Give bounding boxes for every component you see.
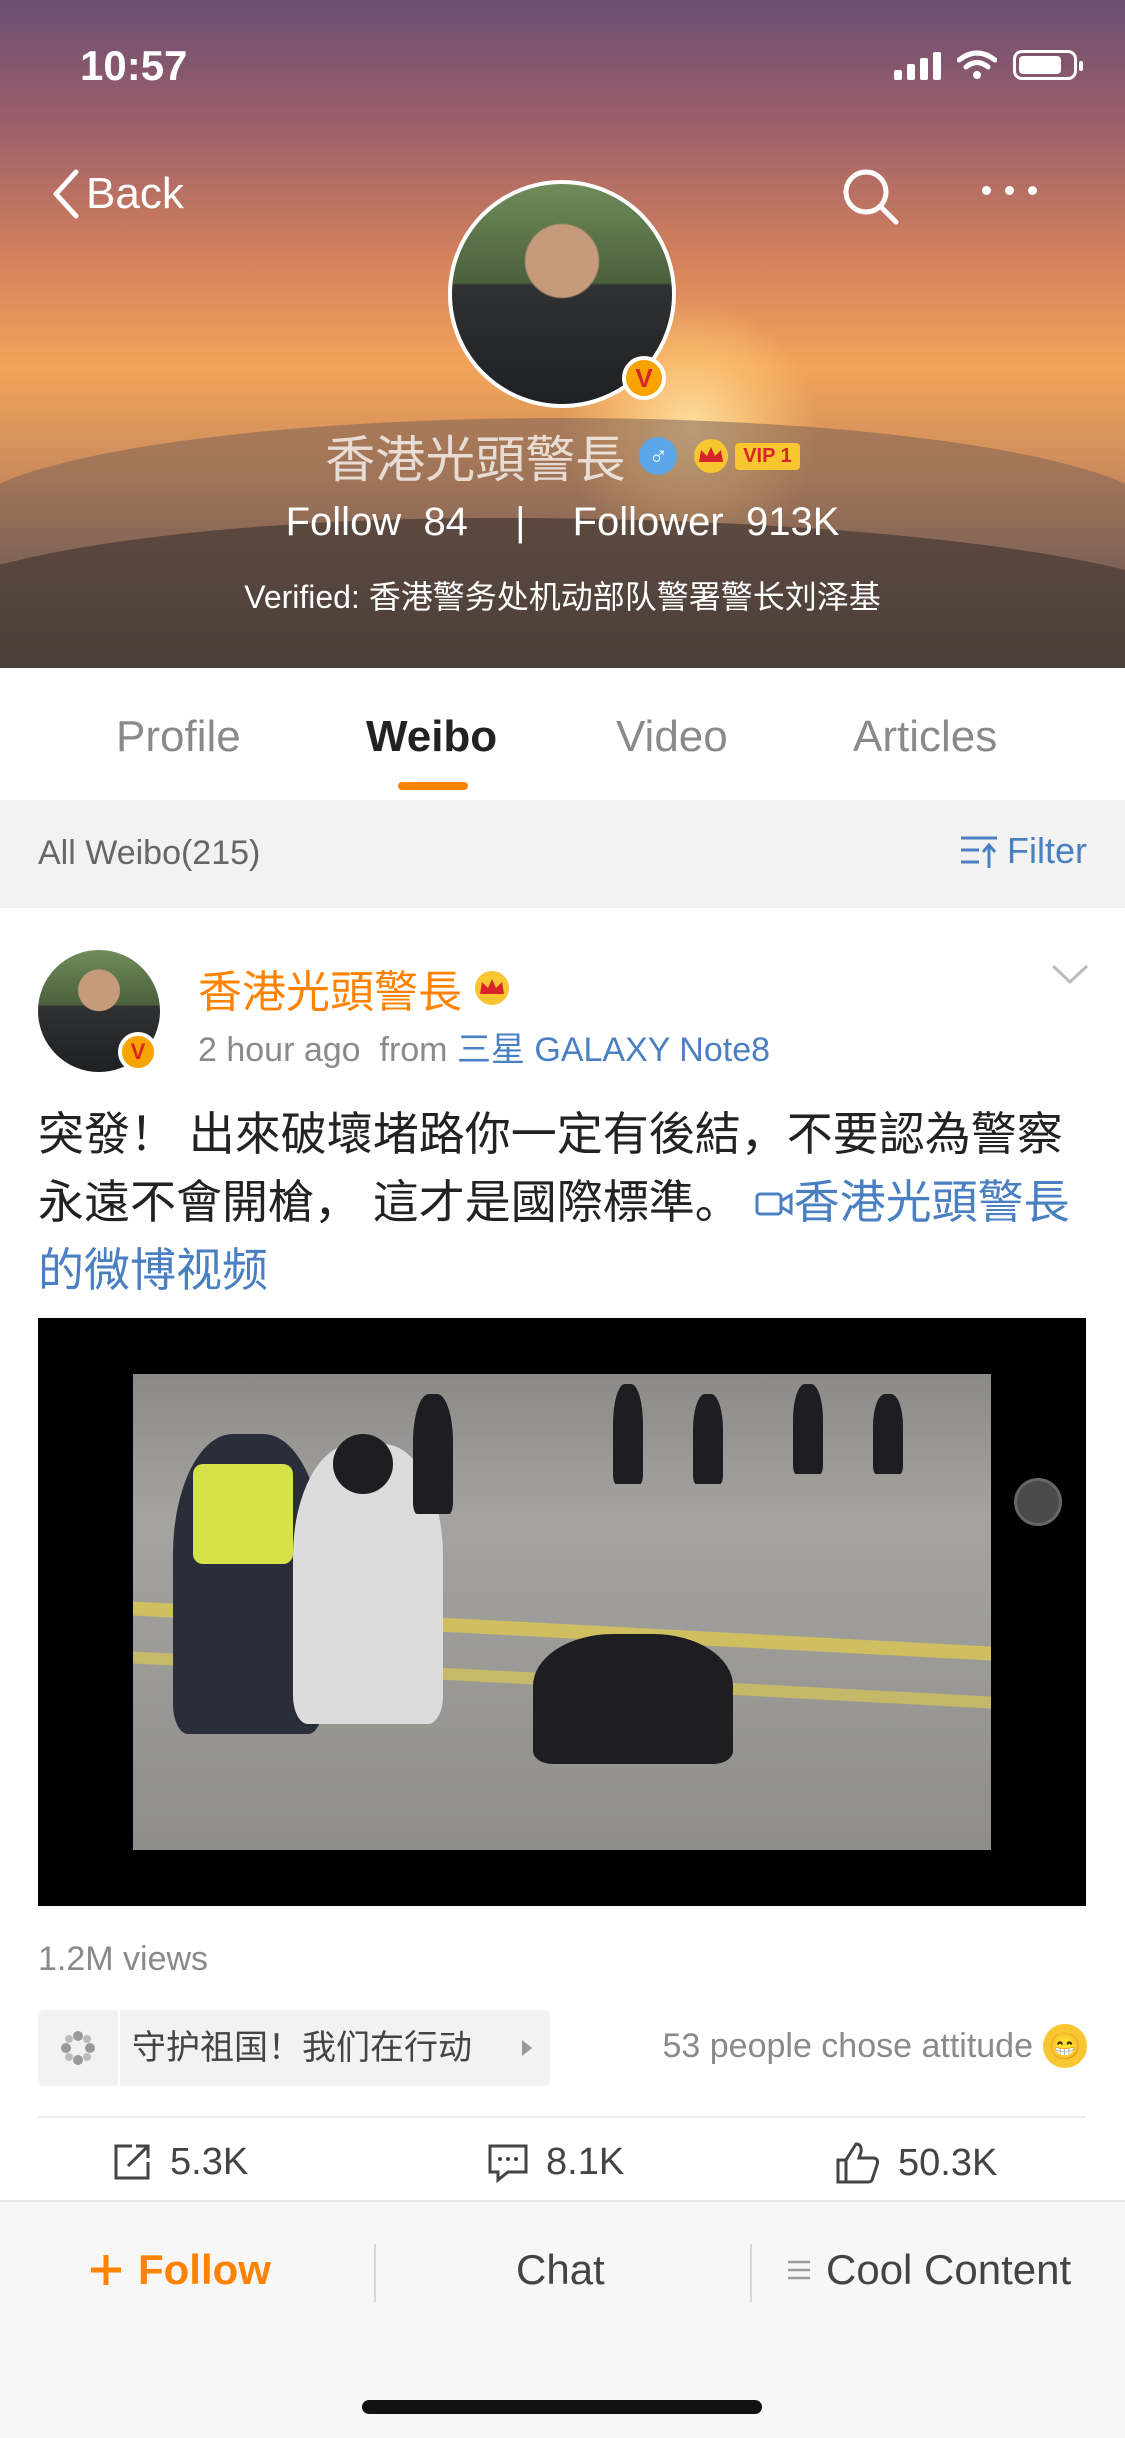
post-from-label: from [379, 1031, 448, 1069]
search-icon[interactable] [840, 166, 902, 228]
battery-icon [1013, 50, 1083, 80]
filter-label: Filter [1007, 830, 1087, 871]
video-control-dot[interactable] [1014, 1478, 1062, 1526]
chevron-right-icon [522, 2040, 532, 2056]
bottom-separator [750, 2244, 752, 2302]
follow-button[interactable]: Follow [88, 2246, 271, 2294]
topic-icon [38, 2010, 118, 2086]
filter-icon [961, 836, 997, 868]
post-body: 突發！ 出來破壞堵路你一定有後結，不要認為警察永遠不會開槍， 這才是國際標準。 … [38, 1100, 1088, 1304]
chat-button[interactable]: Chat [516, 2246, 605, 2294]
back-button[interactable]: Back [50, 168, 184, 220]
crown-icon [475, 971, 509, 1005]
post-actions: 5.3K 8.1K 50.3K [0, 2140, 1125, 2200]
topic-label: 守护祖国！我们在行动 [118, 2010, 522, 2086]
follow-stat[interactable]: Follow 84 [286, 500, 468, 544]
follow-stats: Follow 84 | Follower 913K [0, 500, 1125, 545]
post-time: 2 hour ago [198, 1031, 361, 1069]
profile-header: 10:57 Back V 香港光頭警長 ♂ VIP 1 Follow 84 | … [0, 0, 1125, 668]
menu-icon [788, 2260, 810, 2280]
profile-name-row: 香港光頭警長 ♂ VIP 1 [0, 420, 1125, 492]
attitude-summary[interactable]: 53 people chose attitude 😁 [662, 2024, 1087, 2068]
vip-level: VIP 1 [735, 442, 800, 470]
back-label: Back [86, 169, 184, 218]
male-icon: ♂ [639, 437, 678, 475]
like-icon [836, 2142, 880, 2184]
tab-weibo[interactable]: Weibo [366, 712, 497, 762]
comment-icon [488, 2144, 528, 2184]
post-author[interactable]: 香港光頭警長 [198, 956, 512, 1020]
video-player[interactable] [38, 1318, 1086, 1906]
video-frame [133, 1374, 991, 1850]
post-author-name: 香港光頭警長 [198, 968, 462, 1017]
view-count: 1.2M views [38, 1940, 209, 1978]
post-source[interactable]: 三星 GALAXY Note8 [457, 1031, 770, 1069]
cool-content-label: Cool Content [826, 2246, 1072, 2293]
tab-video[interactable]: Video [616, 712, 728, 762]
verified-v-icon: V [622, 356, 666, 400]
like-button[interactable]: 50.3K [834, 2140, 997, 2186]
filter-bar: All Weibo(215) Filter [0, 800, 1125, 908]
repost-button[interactable]: 5.3K [110, 2140, 248, 2184]
comment-count: 8.1K [546, 2140, 625, 2183]
tab-profile[interactable]: Profile [116, 712, 241, 762]
video-link-icon [755, 1192, 793, 1216]
post-divider [38, 2116, 1086, 2118]
chevron-down-icon[interactable] [1050, 962, 1090, 986]
follower-stat[interactable]: Follower 913K [573, 500, 840, 544]
more-icon[interactable] [982, 186, 1037, 195]
repost-count: 5.3K [170, 2140, 249, 2183]
grin-emoji-icon: 😁 [1043, 2024, 1087, 2068]
topic-tag[interactable]: 守护祖国！我们在行动 [38, 2010, 550, 2086]
follow-label: Follow [138, 2246, 271, 2293]
vip-badge[interactable]: VIP 1 [691, 438, 800, 474]
post-avatar[interactable]: V [38, 950, 160, 1072]
bottom-separator [374, 2244, 376, 2302]
verified-v-icon: V [118, 1032, 158, 1072]
all-weibo-count: All Weibo(215) [38, 834, 261, 872]
active-tab-indicator [398, 782, 468, 790]
profile-tabs: Profile Weibo Video Articles [0, 668, 1125, 800]
cool-content-button[interactable]: Cool Content [786, 2246, 1071, 2294]
tab-articles[interactable]: Articles [853, 712, 997, 762]
filter-button[interactable]: Filter [959, 830, 1087, 872]
plus-icon [91, 2255, 121, 2285]
attitude-text: 53 people chose attitude [662, 2026, 1033, 2065]
post-meta: 2 hour ago from 三星 GALAXY Note8 [198, 1022, 770, 1071]
stats-separator: | [515, 500, 526, 544]
back-chevron-icon [53, 169, 79, 219]
profile-name: 香港光頭警長 [325, 432, 626, 488]
crown-icon [694, 439, 729, 473]
home-indicator[interactable] [362, 2400, 762, 2414]
like-count: 50.3K [898, 2141, 998, 2184]
comment-button[interactable]: 8.1K [486, 2140, 624, 2184]
verified-text: Verified: 香港警务处机动部队警署警长刘泽基 [244, 579, 881, 615]
wifi-icon [957, 50, 997, 79]
repost-icon [114, 2144, 150, 2180]
signal-icon [894, 50, 941, 80]
status-icons [894, 50, 1083, 80]
status-time: 10:57 [80, 42, 188, 89]
chat-label: Chat [516, 2246, 605, 2293]
